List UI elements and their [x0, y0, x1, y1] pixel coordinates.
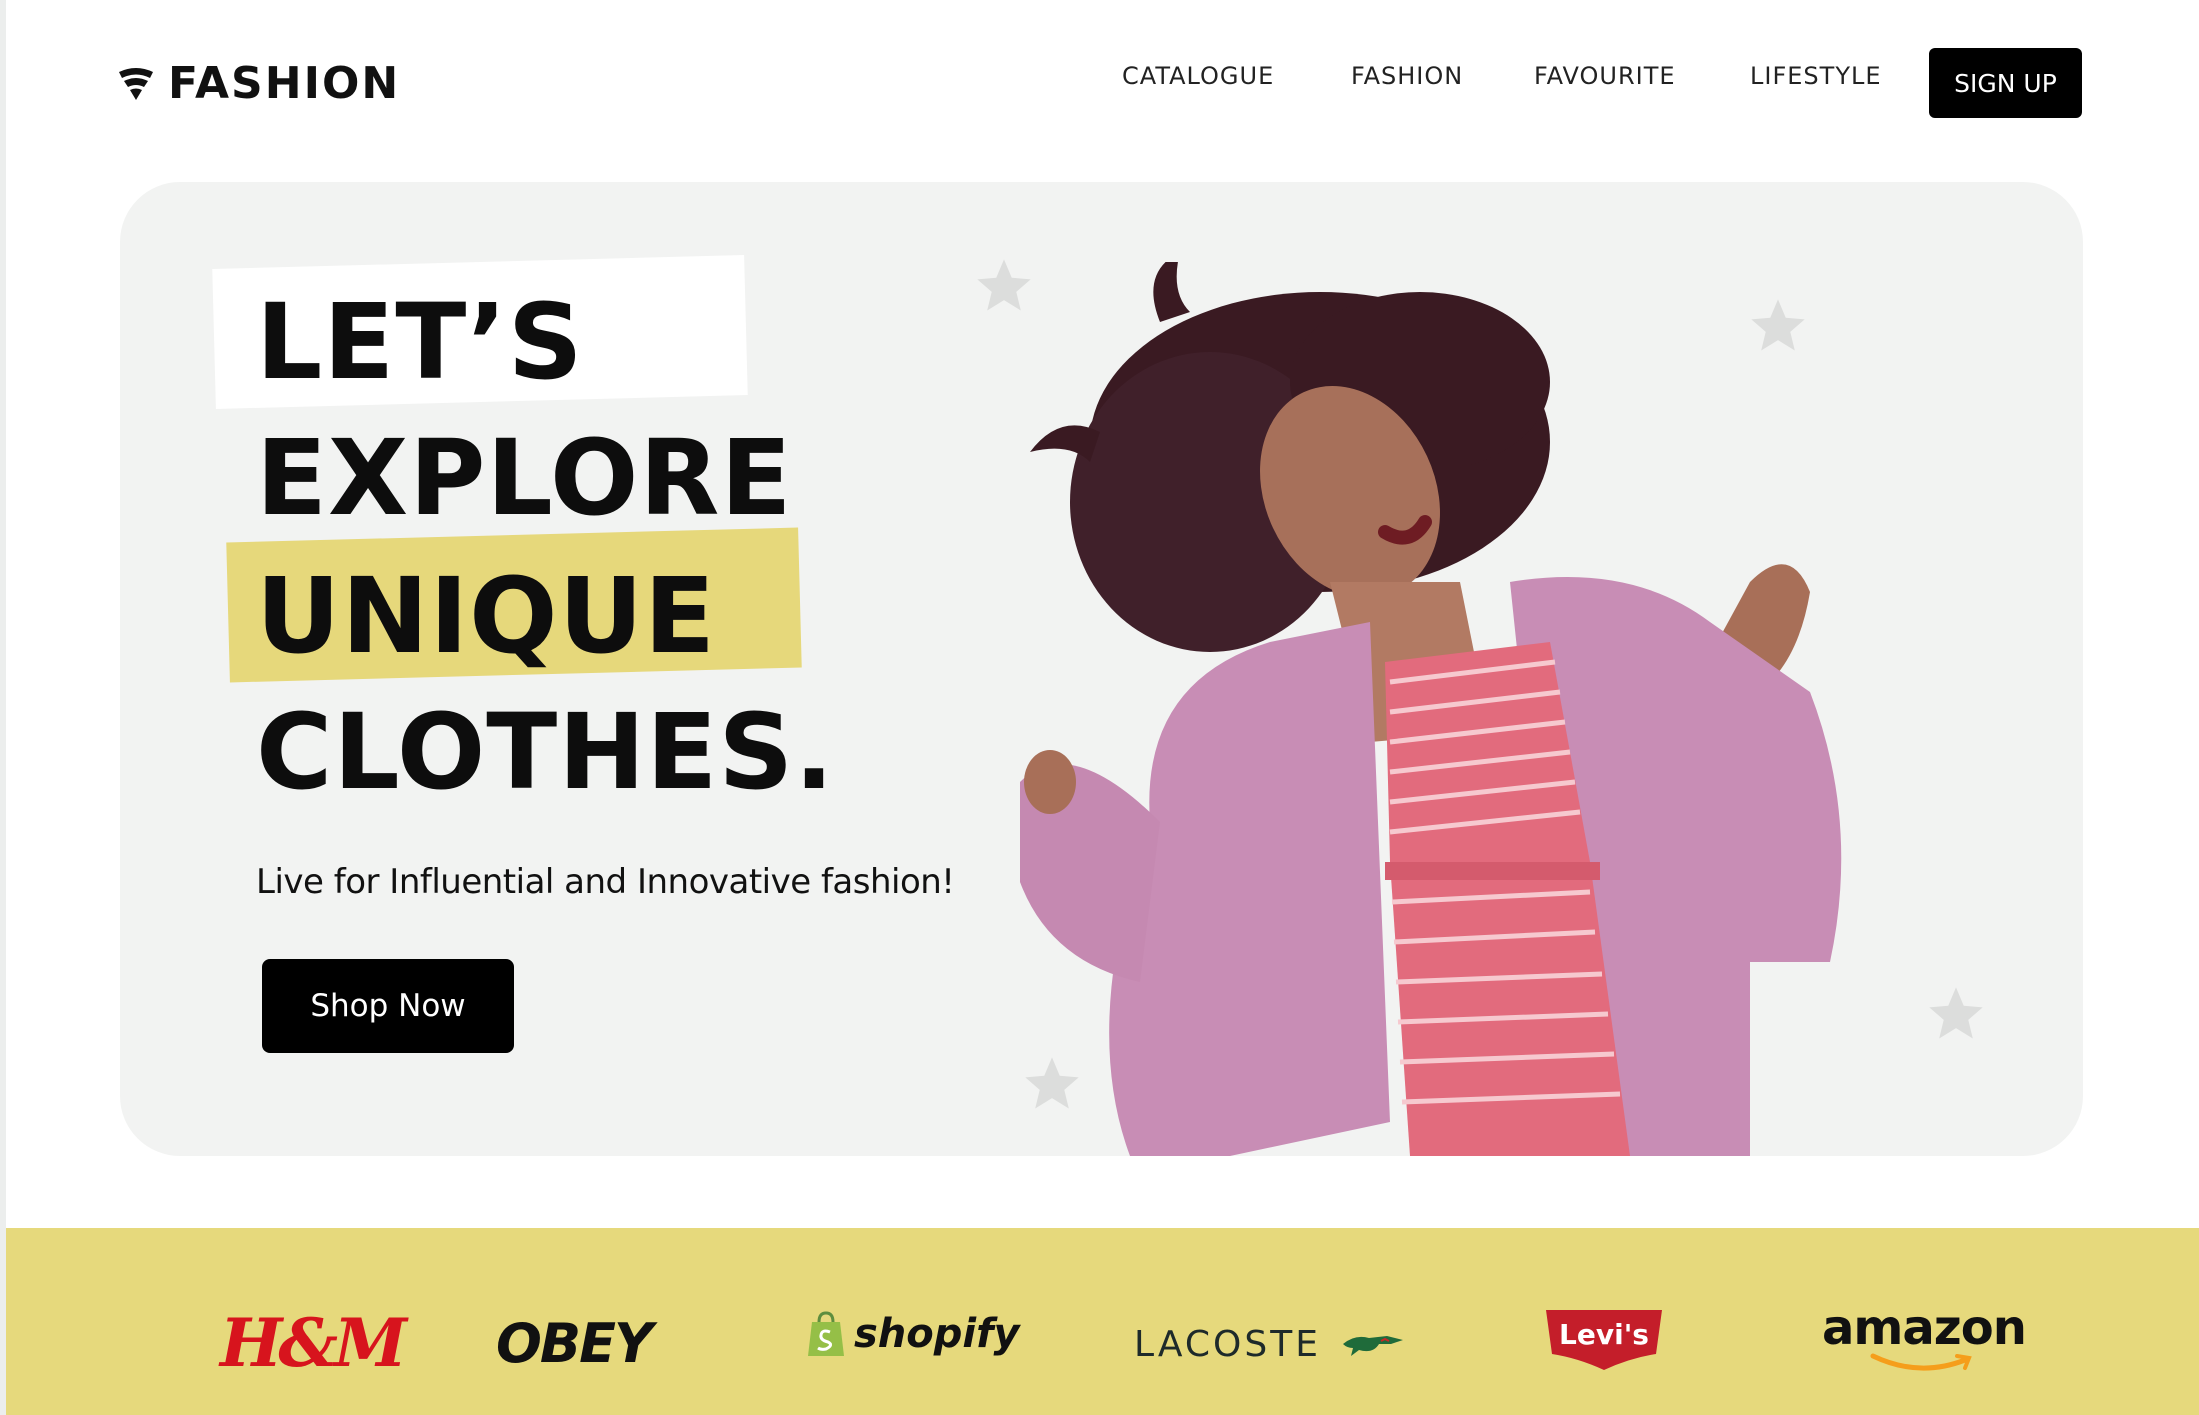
shop-now-button[interactable]: Shop Now	[262, 959, 514, 1053]
brand-shopify[interactable]: shopify	[806, 1310, 1020, 1358]
brand-obey[interactable]: OBEY	[496, 1312, 653, 1375]
levis-badge: Levi's	[1546, 1310, 1662, 1370]
shopify-bag-icon	[808, 1311, 844, 1356]
model-photo	[1020, 262, 1842, 1156]
nav-favourite[interactable]: FAVOURITE	[1534, 62, 1676, 90]
left-edge-strip	[0, 0, 6, 1415]
hero-banner: LET’S EXPLORE UNIQUE CLOTHES. Live for I…	[120, 182, 2083, 1156]
headline-line-1: LET’S	[256, 281, 584, 403]
brand-lacoste[interactable]: LACOSTE	[1134, 1324, 1405, 1365]
shopify-wordmark: shopify	[854, 1311, 1020, 1357]
headline-line-3: UNIQUE	[256, 555, 717, 677]
amazon-smile-icon	[1870, 1353, 1972, 1371]
lacoste-wordmark: LACOSTE	[1134, 1324, 1321, 1365]
nav-catalogue[interactable]: CATALOGUE	[1122, 62, 1274, 90]
brand-levis[interactable]: Levi's	[1546, 1310, 1662, 1370]
logo-icon	[119, 67, 153, 100]
crocodile-icon	[1342, 1335, 1403, 1356]
nav-lifestyle[interactable]: LIFESTYLE	[1750, 62, 1882, 90]
brand-amazon[interactable]: amazon	[1822, 1300, 2027, 1374]
nav-fashion[interactable]: FASHION	[1351, 62, 1463, 90]
levis-wordmark: Levi's	[1559, 1318, 1649, 1351]
hero-subtitle: Live for Influential and Innovative fash…	[256, 862, 955, 902]
amazon-wordmark: amazon	[1822, 1300, 2027, 1356]
brand-hm[interactable]: H&M	[220, 1304, 407, 1382]
headline-line-4: CLOTHES.	[256, 691, 835, 813]
brand-strip: H&M OBEY shopify LACOSTE Levi's amazon	[6, 1228, 2199, 1415]
site-header: FASHION CATALOGUE FASHION FAVOURITE LIFE…	[0, 0, 2199, 170]
headline-line-2: EXPLORE	[256, 417, 793, 539]
logo[interactable]: FASHION	[118, 58, 400, 109]
logo-text: FASHION	[168, 58, 401, 109]
sign-up-button[interactable]: SIGN UP	[1929, 48, 2082, 118]
